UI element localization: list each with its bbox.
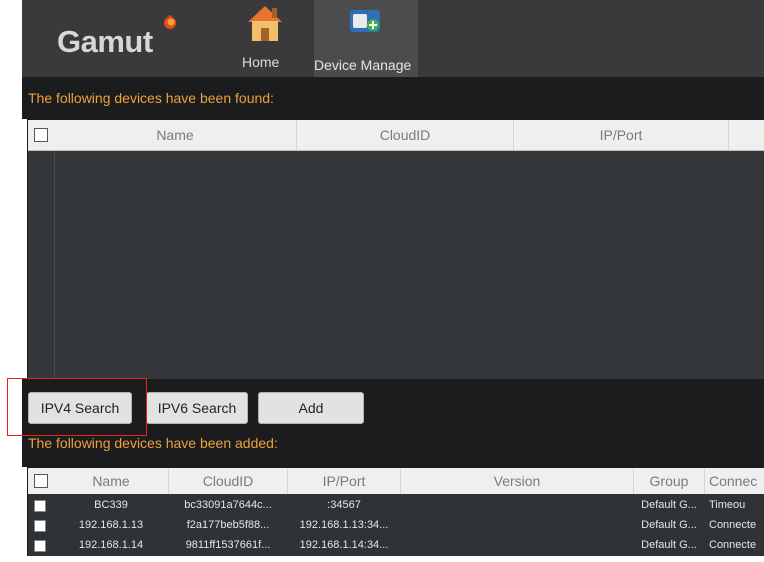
- added-col-group[interactable]: Group: [634, 468, 705, 494]
- row-status: Timeou: [709, 499, 746, 511]
- row-ipport: 192.168.1.13:34...: [299, 519, 389, 531]
- row-ipport: 192.168.1.14:34...: [299, 539, 389, 551]
- nav-device-manage-button[interactable]: Device Manage: [314, 0, 418, 77]
- added-col-connection[interactable]: Connec: [705, 468, 764, 494]
- found-col-extra[interactable]: [729, 120, 764, 150]
- row-version: [401, 536, 633, 555]
- row-checkbox[interactable]: [34, 500, 46, 512]
- row-name: BC339: [94, 499, 128, 511]
- table-row[interactable]: BC339 bc33091a7644c... :34567 Default G.…: [28, 496, 764, 515]
- found-devices-table[interactable]: Name CloudID IP/Port: [27, 119, 764, 380]
- found-col-cloudid[interactable]: CloudID: [297, 120, 514, 150]
- found-col-ipport[interactable]: IP/Port: [514, 120, 729, 150]
- row-name: 192.168.1.13: [78, 519, 144, 531]
- row-group: Default G...: [641, 499, 697, 511]
- added-col-name[interactable]: Name: [54, 468, 169, 494]
- nav-device-manage-label: Device Manage: [314, 57, 412, 73]
- outer-margin: [0, 0, 22, 562]
- row-name: 192.168.1.14: [78, 539, 144, 551]
- row-version: [401, 496, 633, 515]
- table-row[interactable]: 192.168.1.14 9811ff1537661f... 192.168.1…: [28, 536, 764, 555]
- table-row[interactable]: 192.168.1.13 f2a177beb5f88... 192.168.1.…: [28, 516, 764, 535]
- bottom-margin: [0, 556, 764, 562]
- row-status: Connecte: [709, 519, 757, 531]
- added-select-all-checkbox[interactable]: [34, 474, 48, 488]
- row-checkbox[interactable]: [34, 540, 46, 552]
- device-add-icon: [350, 10, 380, 32]
- found-section-title: The following devices have been found:: [28, 90, 274, 106]
- add-button[interactable]: Add: [258, 392, 364, 424]
- row-status: Connecte: [709, 539, 757, 551]
- added-section-title: The following devices have been added:: [28, 435, 278, 451]
- ipv6-search-button[interactable]: IPV6 Search: [146, 392, 248, 424]
- row-cloudid: f2a177beb5f88...: [186, 519, 270, 531]
- added-col-cloudid[interactable]: CloudID: [169, 468, 288, 494]
- added-col-version[interactable]: Version: [401, 468, 634, 494]
- row-group: Default G...: [641, 519, 697, 531]
- row-cloudid: 9811ff1537661f...: [185, 539, 271, 551]
- row-version: [401, 516, 633, 535]
- nav-home-button[interactable]: Home: [238, 0, 292, 77]
- found-table-left-column: [28, 120, 55, 379]
- highlight-annotation-box: [7, 378, 147, 436]
- gamut-logo: Gamut: [57, 24, 153, 59]
- row-cloudid: bc33091a7644c...: [184, 499, 272, 511]
- found-table-header: Name CloudID IP/Port: [28, 120, 764, 151]
- home-icon: [248, 6, 282, 41]
- row-ipport: :34567: [327, 499, 361, 511]
- row-checkbox[interactable]: [34, 520, 46, 532]
- found-select-all-checkbox[interactable]: [34, 128, 48, 142]
- added-table-header: Name CloudID IP/Port Version Group Conne…: [28, 468, 764, 494]
- added-col-ipport[interactable]: IP/Port: [288, 468, 401, 494]
- app-window: Gamut Home Device Manage The following d…: [0, 0, 764, 562]
- found-col-name[interactable]: Name: [54, 120, 297, 150]
- added-devices-table[interactable]: Name CloudID IP/Port Version Group Conne…: [27, 467, 764, 558]
- nav-home-label: Home: [242, 54, 280, 70]
- logo-flame-icon: [164, 15, 176, 29]
- row-group: Default G...: [641, 539, 697, 551]
